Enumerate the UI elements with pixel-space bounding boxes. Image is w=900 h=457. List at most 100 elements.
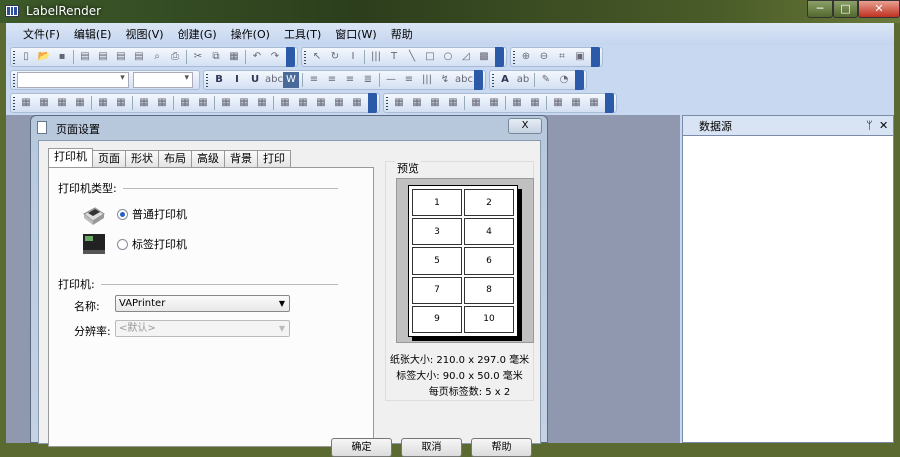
menu-item-0[interactable]: 文件(F) xyxy=(16,26,67,42)
copy-icon[interactable]: ⧉ xyxy=(208,49,224,65)
u-icon[interactable]: U xyxy=(247,72,263,88)
line-color-icon[interactable]: ✎ xyxy=(538,72,554,88)
save-icon[interactable]: ▪ xyxy=(54,49,70,65)
front-icon[interactable]: ▦ xyxy=(391,95,407,111)
tag-icon[interactable]: ▦ xyxy=(586,95,602,111)
zoom-out-icon[interactable]: ⊖ xyxy=(536,49,552,65)
print-icon[interactable]: ⎙ xyxy=(167,49,183,65)
undo-icon[interactable]: ↶ xyxy=(249,49,265,65)
radio-label-printer[interactable]: 标签打印机 xyxy=(81,232,187,256)
align-left-icon[interactable]: ≡ xyxy=(306,72,322,88)
help-button[interactable]: 帮助 xyxy=(471,438,532,457)
rotate-icon[interactable]: ↻ xyxy=(327,49,343,65)
tab-6[interactable]: 打印 xyxy=(257,150,291,167)
r4-icon[interactable]: ▦ xyxy=(331,95,347,111)
space-v-icon[interactable]: ▦ xyxy=(154,95,170,111)
actual-icon[interactable]: ▣ xyxy=(572,49,588,65)
maximize-button[interactable]: □ xyxy=(833,0,858,18)
b-icon[interactable]: B xyxy=(211,72,227,88)
menu-item-5[interactable]: 工具(T) xyxy=(277,26,328,42)
backward-icon[interactable]: ▦ xyxy=(445,95,461,111)
open-icon[interactable]: 📂 xyxy=(36,49,52,65)
line-icon[interactable]: ╲ xyxy=(404,49,420,65)
pin-icon[interactable]: ᛘ xyxy=(866,119,873,132)
tab-5[interactable]: 背景 xyxy=(224,150,258,167)
toolbar-overflow-button[interactable] xyxy=(605,93,614,113)
tab-0[interactable]: 打印机 xyxy=(48,148,93,167)
font-size-combo[interactable] xyxy=(132,72,193,88)
align-middle-icon[interactable]: ▦ xyxy=(54,95,70,111)
font-name-combo[interactable] xyxy=(17,72,129,88)
r1-icon[interactable]: ▦ xyxy=(277,95,293,111)
menu-item-7[interactable]: 帮助 xyxy=(384,26,420,42)
same-width-icon[interactable]: ▦ xyxy=(177,95,193,111)
space-h-icon[interactable]: ▦ xyxy=(136,95,152,111)
close-button[interactable]: ✕ xyxy=(858,0,900,18)
center-v-icon[interactable]: ▦ xyxy=(113,95,129,111)
radio-normal-printer[interactable]: 普通打印机 xyxy=(81,202,187,226)
toolbar-overflow-button[interactable] xyxy=(575,70,584,90)
fit-icon[interactable]: ⌗ xyxy=(554,49,570,65)
paste-icon[interactable]: ▦ xyxy=(226,49,242,65)
align-top-icon[interactable]: ▦ xyxy=(36,95,52,111)
menu-item-3[interactable]: 创建(G) xyxy=(171,26,224,42)
--icon[interactable]: ≡ xyxy=(401,72,417,88)
page2-icon[interactable]: ▤ xyxy=(95,49,111,65)
zoom-in-icon[interactable]: ⊕ xyxy=(518,49,534,65)
cut-icon[interactable]: ✂ xyxy=(190,49,206,65)
align-bottom-icon[interactable]: ▦ xyxy=(72,95,88,111)
menu-item-2[interactable]: 视图(V) xyxy=(118,26,170,42)
same-height-icon[interactable]: ▦ xyxy=(195,95,211,111)
unlock-icon[interactable]: ▦ xyxy=(486,95,502,111)
tab-4[interactable]: 高级 xyxy=(191,150,225,167)
down-icon[interactable]: ▦ xyxy=(568,95,584,111)
ellipse-icon[interactable]: ○ xyxy=(440,49,456,65)
barcode-icon[interactable]: ||| xyxy=(368,49,384,65)
r5-icon[interactable]: ▦ xyxy=(349,95,365,111)
dialog-close-button[interactable]: X xyxy=(508,118,542,134)
pointer-icon[interactable]: ↖ xyxy=(309,49,325,65)
radio-normal[interactable] xyxy=(117,208,128,220)
r2-icon[interactable]: ▦ xyxy=(295,95,311,111)
toolbar-overflow-button[interactable] xyxy=(495,47,504,67)
page-icon[interactable]: ▤ xyxy=(77,49,93,65)
up-icon[interactable]: ▦ xyxy=(550,95,566,111)
a-icon[interactable]: A xyxy=(497,72,513,88)
close-panel-icon[interactable]: ✕ xyxy=(879,119,888,132)
justify-icon[interactable]: ≣ xyxy=(360,72,376,88)
align-left-edge-icon[interactable]: ▦ xyxy=(18,95,34,111)
center-h-icon[interactable]: ▦ xyxy=(95,95,111,111)
menu-item-4[interactable]: 操作(O) xyxy=(224,26,277,42)
fill-color-icon[interactable]: ab xyxy=(515,72,531,88)
toolbar-overflow-button[interactable] xyxy=(474,70,483,90)
image-icon[interactable]: ▩ xyxy=(476,49,492,65)
i-icon[interactable]: I xyxy=(229,72,245,88)
polygon-icon[interactable]: ◿ xyxy=(458,49,474,65)
text-icon[interactable]: T xyxy=(386,49,402,65)
minimize-button[interactable]: ─ xyxy=(807,0,833,18)
--icon[interactable]: — xyxy=(383,72,399,88)
align-right-icon[interactable]: ≡ xyxy=(342,72,358,88)
ungroup-icon[interactable]: ▦ xyxy=(236,95,252,111)
rotate-text-icon[interactable]: ↯ xyxy=(437,72,453,88)
forward-icon[interactable]: ▦ xyxy=(427,95,443,111)
shadow-color-icon[interactable]: ◔ xyxy=(556,72,572,88)
abc-small-icon[interactable]: abc xyxy=(455,72,473,88)
show-icon[interactable]: ▦ xyxy=(509,95,525,111)
printer-name-select[interactable]: VAPrinter xyxy=(115,295,290,312)
back-icon[interactable]: ▦ xyxy=(409,95,425,111)
resolution-select[interactable]: <默认> xyxy=(115,320,290,337)
group-icon[interactable]: ▦ xyxy=(218,95,234,111)
toolbar-overflow-button[interactable] xyxy=(286,47,295,67)
text-cursor-icon[interactable]: I xyxy=(345,49,361,65)
toolbar-overflow-button[interactable] xyxy=(368,93,377,113)
align-center-icon[interactable]: ≡ xyxy=(324,72,340,88)
--icon[interactable]: ||| xyxy=(419,72,435,88)
w-icon[interactable]: W xyxy=(283,72,299,88)
tab-1[interactable]: 页面 xyxy=(92,150,126,167)
rectangle-icon[interactable]: □ xyxy=(422,49,438,65)
grid-icon[interactable]: ▦ xyxy=(254,95,270,111)
toolbar-overflow-button[interactable] xyxy=(591,47,600,67)
tab-2[interactable]: 形状 xyxy=(125,150,159,167)
ok-button[interactable]: 确定 xyxy=(331,438,392,457)
